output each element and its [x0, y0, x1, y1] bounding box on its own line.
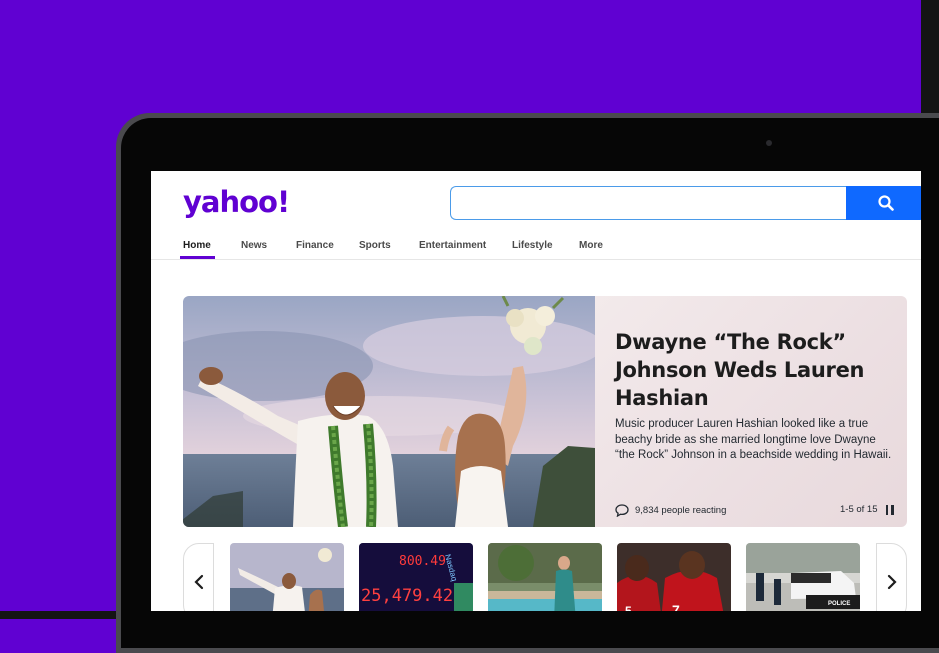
hero-headline[interactable]: Dwayne “The Rock” Johnson Weds Lauren Ha…	[615, 328, 895, 412]
pause-icon[interactable]	[885, 504, 894, 515]
pager-text: 1-5 of 15	[840, 504, 878, 515]
nav-item-more[interactable]: More	[579, 240, 603, 251]
thumbnail-pool-photo[interactable]	[488, 543, 602, 611]
thumbnail-wedding-photo[interactable]	[230, 543, 344, 611]
nav-item-home[interactable]: Home	[183, 240, 211, 251]
svg-text:POLICE: POLICE	[828, 601, 850, 607]
nav-item-entertainment[interactable]: Entertainment	[419, 240, 486, 251]
ticker-top-text: 800.49	[399, 554, 446, 569]
thumbnail-stock-ticker-photo[interactable]: 800.49 25,479.42 Nasdaq	[359, 543, 473, 611]
ticker-bottom-text: 25,479.42	[361, 586, 453, 606]
chevron-left-icon	[193, 574, 203, 590]
browser-screen: yahoo! Home News Finance Sports Entertai…	[151, 171, 921, 611]
chevron-right-icon	[887, 574, 897, 590]
thumbnail-police-scene-photo[interactable]: POLICE	[746, 543, 860, 611]
reactions-link[interactable]: 9,834 people reacting	[615, 504, 726, 517]
search-icon	[878, 195, 894, 211]
story-carousel: 800.49 25,479.42 Nasdaq 7 5	[183, 543, 921, 611]
svg-text:7: 7	[672, 602, 680, 611]
camera-dot	[766, 140, 772, 146]
carousel-next-button[interactable]	[876, 543, 907, 611]
wedding-photo[interactable]	[183, 296, 595, 527]
nav-item-finance[interactable]: Finance	[296, 240, 334, 251]
thumbnail-football-players-photo[interactable]: 7 5	[617, 543, 731, 611]
active-tab-indicator	[180, 256, 215, 259]
yahoo-logo[interactable]: yahoo!	[183, 185, 290, 219]
svg-text:5: 5	[625, 604, 632, 611]
nav-item-news[interactable]: News	[241, 240, 267, 251]
carousel-prev-button[interactable]	[183, 543, 214, 611]
comment-icon	[615, 504, 629, 517]
search-input[interactable]	[451, 187, 847, 219]
search-button[interactable]	[846, 186, 921, 220]
nav-item-lifestyle[interactable]: Lifestyle	[512, 240, 553, 251]
search-field[interactable]	[450, 186, 847, 220]
hero-summary: Music producer Lauren Hashian looked lik…	[615, 418, 892, 461]
main-nav: Home News Finance Sports Entertainment L…	[151, 233, 921, 260]
hero-text-panel: Dwayne “The Rock” Johnson Weds Lauren Ha…	[595, 296, 907, 527]
nav-item-sports[interactable]: Sports	[359, 240, 391, 251]
carousel-pager: 1-5 of 15	[840, 504, 894, 515]
hero-story[interactable]: Dwayne “The Rock” Johnson Weds Lauren Ha…	[183, 296, 907, 527]
reactions-count: 9,834 people reacting	[635, 505, 727, 516]
